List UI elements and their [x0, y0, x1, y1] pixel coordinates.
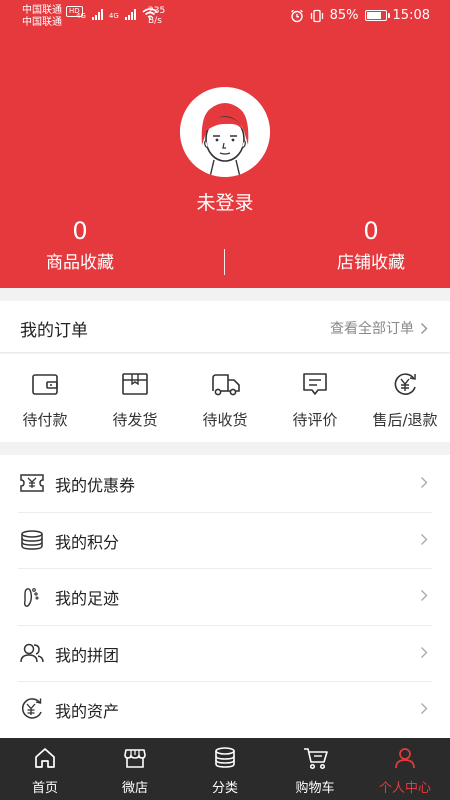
assets-icon — [22, 698, 42, 719]
category-icon — [215, 747, 235, 768]
menu-item-coupons[interactable]: 我的优惠券 — [0, 455, 450, 512]
tab-cart[interactable]: 购物车 — [270, 738, 360, 800]
speed-unit: B/s — [148, 16, 162, 26]
order-pending-review[interactable]: 待评价 — [270, 354, 360, 442]
alarm-icon — [290, 9, 303, 22]
shop-favorites-count: 0 — [363, 217, 379, 245]
view-all-orders-label: 查看全部订单 — [330, 321, 414, 337]
tab-profile[interactable]: 个人中心 — [360, 738, 450, 800]
comment-icon — [303, 373, 327, 395]
menu-item-label: 我的资产 — [55, 702, 120, 722]
menu-item-assets[interactable]: 我的资产 — [0, 681, 450, 738]
order-pending-receipt[interactable]: 待收货 — [180, 354, 270, 442]
chevron-right-icon — [421, 477, 428, 488]
tab-label: 微店 — [121, 781, 148, 796]
orders-title: 我的订单 — [20, 321, 88, 341]
shop-favorites[interactable]: 0 店铺收藏 — [291, 216, 450, 273]
order-item-label: 售后/退款 — [372, 411, 438, 429]
order-status-grid: 待付款 待发货 待收货 待评价 售后/退款 — [0, 354, 450, 442]
wallet-icon — [32, 374, 58, 395]
order-pending-payment[interactable]: 待付款 — [0, 354, 90, 442]
home-icon — [35, 748, 55, 768]
vibrate-icon — [310, 9, 323, 22]
cart-icon — [304, 748, 328, 770]
chevron-right-icon — [421, 590, 428, 602]
menu-item-points[interactable]: 我的积分 — [0, 511, 450, 569]
battery-percent: 85% — [329, 8, 359, 23]
tab-store[interactable]: 微店 — [90, 738, 180, 800]
status-right: 85% 15:08 — [290, 8, 430, 23]
truck-icon — [212, 374, 240, 396]
menu-item-group-buy[interactable]: 我的拼团 — [0, 624, 450, 682]
carrier-info: 中国联通 HD 中国联通 — [22, 5, 83, 29]
signal-icon — [91, 8, 103, 20]
store-icon — [124, 749, 146, 768]
menu-item-footprints[interactable]: 我的足迹 — [0, 568, 450, 625]
tab-label: 首页 — [31, 781, 58, 796]
goods-favorites[interactable]: 0 商品收藏 — [0, 216, 160, 273]
menu-item-label: 我的拼团 — [55, 645, 120, 665]
coupon-icon — [20, 474, 44, 492]
bottom-tab-bar: 首页 微店 分类 购物车 个人中心 — [0, 738, 450, 800]
speed-value: 235 — [148, 6, 166, 16]
goods-favorites-label: 商品收藏 — [46, 253, 114, 273]
order-after-sales[interactable]: 售后/退款 — [360, 354, 450, 442]
avatar-face-icon — [180, 87, 270, 177]
shop-favorites-label: 店铺收藏 — [337, 253, 405, 273]
tab-label: 个人中心 — [378, 781, 431, 796]
order-item-label: 待付款 — [22, 411, 68, 429]
network-type-1: 4G — [76, 12, 86, 20]
tab-home[interactable]: 首页 — [0, 738, 90, 800]
chevron-right-icon — [421, 646, 428, 658]
view-all-orders-link[interactable]: 查看全部订单 — [330, 318, 428, 338]
tab-category[interactable]: 分类 — [180, 738, 270, 800]
footprint-icon — [23, 588, 39, 608]
signal-icon — [124, 8, 136, 20]
carrier-2: 中国联通 — [22, 17, 62, 28]
network-type-2: 4G — [108, 12, 119, 20]
order-item-label: 待评价 — [292, 411, 338, 429]
menu-item-label: 我的足迹 — [55, 589, 120, 609]
box-icon — [122, 373, 148, 395]
group-icon — [20, 643, 44, 662]
network-speed: 235 B/s — [148, 6, 165, 26]
signal-icons: 4G 4G — [76, 8, 158, 20]
order-item-label: 待发货 — [112, 411, 158, 429]
tab-label: 购物车 — [295, 781, 335, 796]
points-icon — [21, 529, 43, 550]
order-item-label: 待收货 — [202, 411, 248, 429]
carrier-1: 中国联通 — [22, 5, 62, 16]
tab-label: 分类 — [211, 781, 238, 796]
status-bar: 中国联通 HD 中国联通 4G 4G 235 B/s 85% 15:08 — [0, 0, 450, 34]
account-menu: 我的优惠券 我的积分 我的足迹 我的拼团 我的资产 — [0, 455, 450, 738]
menu-item-label: 我的积分 — [55, 532, 120, 552]
clock: 15:08 — [392, 8, 430, 23]
battery-icon — [364, 10, 390, 21]
chevron-right-icon — [420, 322, 428, 334]
avatar[interactable] — [180, 87, 270, 177]
order-pending-shipment[interactable]: 待发货 — [90, 354, 180, 442]
stats-divider — [224, 249, 225, 275]
orders-header: 我的订单 查看全部订单 — [0, 301, 450, 353]
chevron-right-icon — [421, 533, 428, 545]
goods-favorites-count: 0 — [72, 217, 88, 245]
login-status[interactable]: 未登录 — [0, 188, 450, 215]
person-icon — [395, 748, 415, 769]
menu-item-label: 我的优惠券 — [55, 476, 136, 495]
chevron-right-icon — [421, 703, 428, 715]
profile-header: 中国联通 HD 中国联通 4G 4G 235 B/s 85% 15:08 未登录… — [0, 0, 450, 288]
refund-icon — [394, 373, 416, 395]
